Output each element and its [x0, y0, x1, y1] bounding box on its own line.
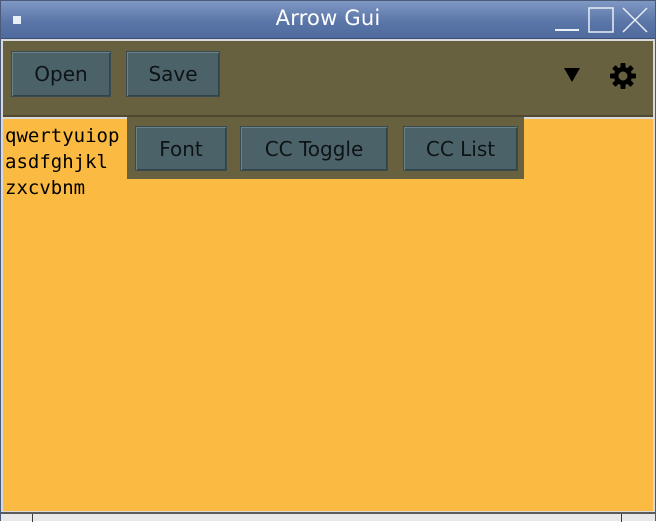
bottom-frame	[1, 512, 655, 522]
app-window: Arrow Gui Open Save qwertyuiop asdfghjkl…	[0, 0, 656, 522]
close-icon[interactable]	[621, 6, 649, 34]
gear-icon[interactable]	[608, 61, 638, 91]
save-button[interactable]: Save	[126, 51, 220, 97]
toolbar: Open Save	[3, 41, 653, 117]
minimize-icon[interactable]	[553, 6, 581, 34]
dropdown-arrow-icon[interactable]	[561, 63, 583, 85]
font-button[interactable]: Font	[135, 126, 227, 171]
settings-popup-menu: Font CC Toggle CC List	[127, 117, 524, 179]
title-bar[interactable]: Arrow Gui	[1, 1, 655, 39]
cc-toggle-button[interactable]: CC Toggle	[240, 126, 388, 171]
maximize-icon[interactable]	[587, 6, 615, 34]
cc-list-button[interactable]: CC List	[403, 126, 518, 171]
open-button[interactable]: Open	[11, 51, 111, 97]
